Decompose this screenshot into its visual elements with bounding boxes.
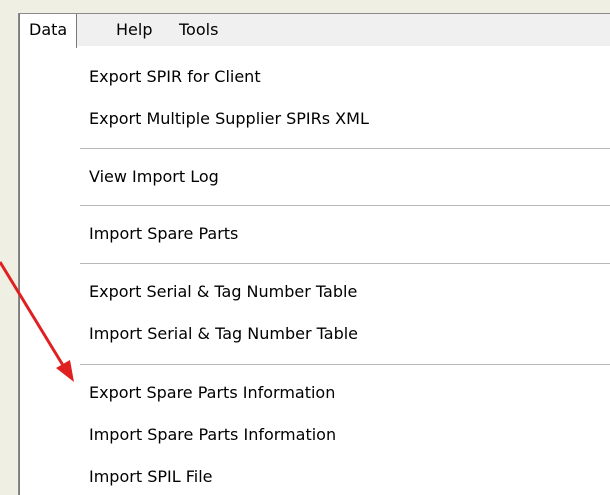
menu-separator bbox=[80, 263, 610, 264]
menu-bar: Data Help Tools bbox=[19, 14, 610, 48]
application-window: Data Help Tools Export SPIR for Client E… bbox=[18, 13, 610, 495]
menu-separator bbox=[80, 148, 610, 149]
menu-tools[interactable]: Tools bbox=[170, 14, 227, 46]
screenshot-stage: Data Help Tools Export SPIR for Client E… bbox=[0, 0, 610, 495]
menu-data[interactable]: Data bbox=[19, 14, 78, 48]
menu-item-import-spare-parts-information[interactable]: Import Spare Parts Information bbox=[89, 425, 336, 444]
menu-item-export-serial-tag-number-table[interactable]: Export Serial & Tag Number Table bbox=[89, 282, 357, 301]
menu-item-import-spil-file[interactable]: Import SPIL File bbox=[89, 467, 212, 486]
menu-item-export-spare-parts-information[interactable]: Export Spare Parts Information bbox=[89, 383, 335, 402]
menu-item-import-spare-parts[interactable]: Import Spare Parts bbox=[89, 224, 238, 243]
menu-item-export-multiple-supplier-spirs-xml[interactable]: Export Multiple Supplier SPIRs XML bbox=[89, 109, 369, 128]
menu-separator bbox=[80, 205, 610, 206]
data-menu-dropdown: Export SPIR for Client Export Multiple S… bbox=[19, 46, 610, 495]
menu-help[interactable]: Help bbox=[107, 14, 161, 46]
menu-separator bbox=[80, 364, 610, 365]
menu-item-export-spir-for-client[interactable]: Export SPIR for Client bbox=[89, 67, 261, 86]
menu-item-import-serial-tag-number-table[interactable]: Import Serial & Tag Number Table bbox=[89, 324, 358, 343]
menu-item-view-import-log[interactable]: View Import Log bbox=[89, 167, 219, 186]
